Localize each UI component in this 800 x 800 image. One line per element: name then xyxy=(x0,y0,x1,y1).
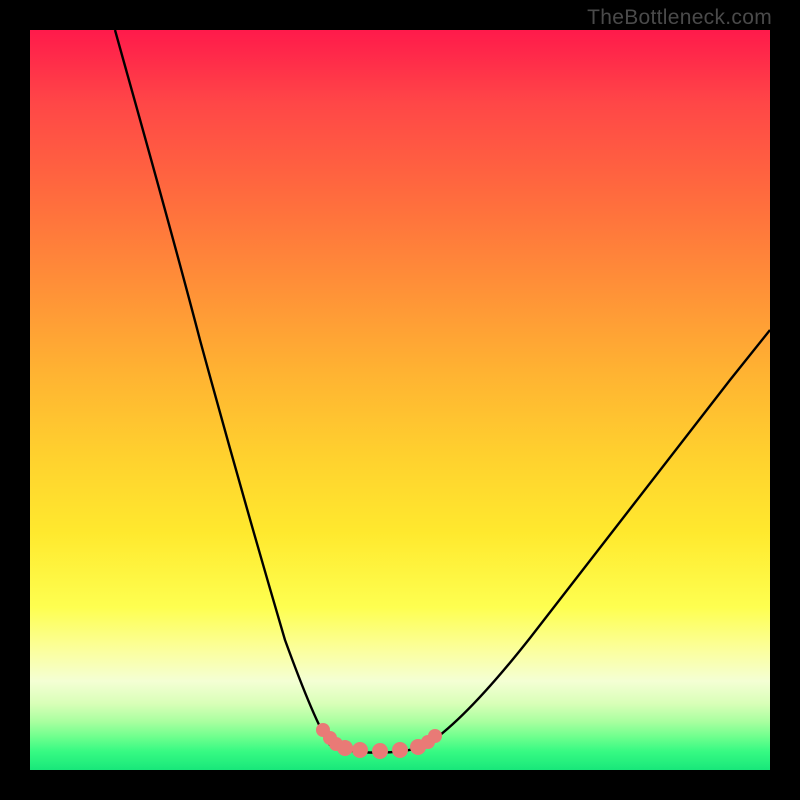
chart-frame: TheBottleneck.com xyxy=(0,0,800,800)
attribution-text: TheBottleneck.com xyxy=(587,6,772,30)
curve-layer xyxy=(30,30,770,770)
plot-area xyxy=(30,30,770,770)
main-curve xyxy=(115,30,770,753)
highlight-dots xyxy=(316,723,442,759)
